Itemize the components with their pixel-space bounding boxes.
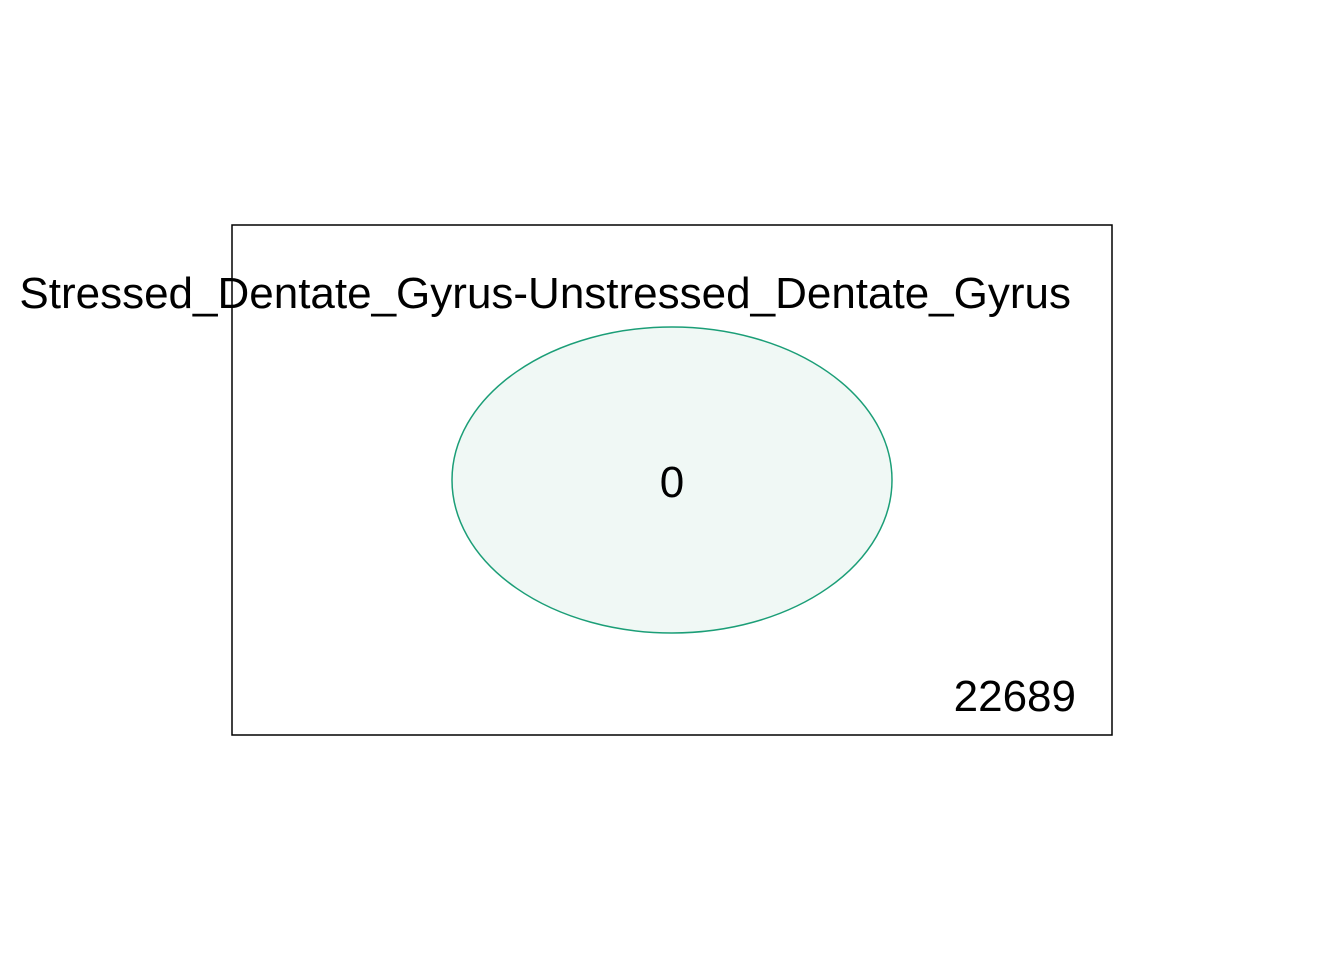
outside-count: 22689 <box>954 672 1076 721</box>
venn-diagram: Stressed_Dentate_Gyrus-Unstressed_Dentat… <box>19 224 1113 736</box>
set-label: Stressed_Dentate_Gyrus-Unstressed_Dentat… <box>19 269 1071 318</box>
set-count: 0 <box>660 458 684 507</box>
